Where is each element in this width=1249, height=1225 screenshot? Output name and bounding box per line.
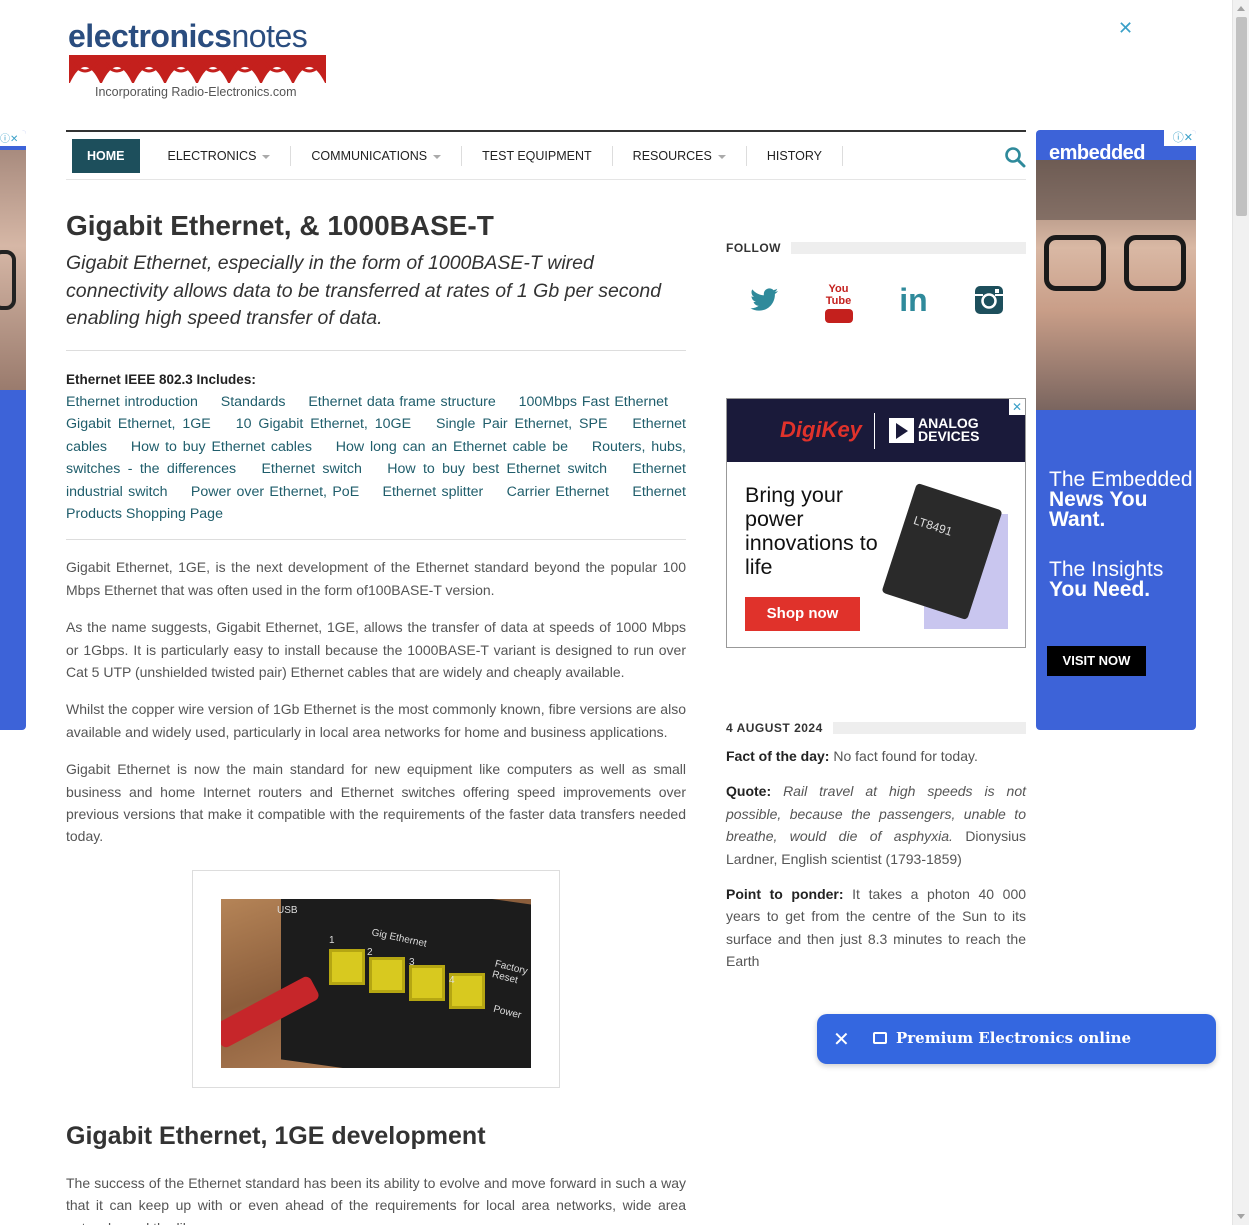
page-title: Gigabit Ethernet, & 1000BASE-T xyxy=(66,210,494,241)
main-nav: HOME ELECTRONICS COMMUNICATIONS TEST EQU… xyxy=(66,130,1026,180)
ad-glasses-lens-left xyxy=(1044,235,1106,291)
site-logo[interactable]: electronicsnotes Incorporating Radio-Ele… xyxy=(68,18,328,103)
link-how-to-buy-ethernet-cables[interactable]: How to buy Ethernet cables xyxy=(131,439,312,455)
link-buy-best-ethernet-switch[interactable]: How to buy best Ethernet switch xyxy=(387,461,607,477)
divider xyxy=(66,539,686,541)
paragraph: Whilst the copper wire version of 1Gb Et… xyxy=(66,701,686,740)
shop-now-button[interactable]: Shop now xyxy=(745,597,860,631)
link-cable-length[interactable]: How long can an Ethernet cable be xyxy=(336,439,568,455)
youtube-icon[interactable]: You Tube xyxy=(822,283,856,323)
twitter-icon[interactable] xyxy=(747,283,781,317)
chevron-down-icon xyxy=(717,154,726,159)
chevron-down-icon xyxy=(433,154,442,159)
scroll-down-icon[interactable] xyxy=(1237,1214,1245,1219)
nav-item-resources[interactable]: RESOURCES xyxy=(613,146,747,166)
search-icon[interactable] xyxy=(1004,146,1026,168)
router-photo: USB Gig Ethernet 1 2 3 4 Factory Reset P… xyxy=(221,899,531,1068)
ponder-row: Point to ponder: It takes a photon 40 00… xyxy=(726,886,1027,970)
router-body xyxy=(281,899,531,1068)
link-ethernet-data-frame-structure[interactable]: Ethernet data frame structure xyxy=(308,394,495,410)
ethernet-port xyxy=(329,949,365,985)
close-ad-icon[interactable]: ✕ xyxy=(1009,399,1025,415)
link-gigabit-ethernet[interactable]: Gigabit Ethernet, 1GE xyxy=(66,416,211,432)
ad-line-2: The Insights You Need. xyxy=(1049,558,1164,601)
visit-now-button[interactable]: VISIT NOW xyxy=(1047,646,1146,676)
usb-label: USB xyxy=(277,905,298,916)
link-10-gigabit-ethernet[interactable]: 10 Gigabit Ethernet, 10GE xyxy=(236,416,411,432)
chevron-down-icon xyxy=(262,154,271,159)
scrollbar-thumb[interactable] xyxy=(1236,17,1247,216)
premium-label: Premium Electronics online xyxy=(896,1029,1132,1047)
paragraph: Gigabit Ethernet, 1GE, is the next devel… xyxy=(66,559,686,598)
scrollbar[interactable] xyxy=(1232,0,1249,1225)
close-icon[interactable]: ✕ xyxy=(833,1027,850,1052)
close-ad-icon[interactable]: ✕ xyxy=(1118,18,1133,39)
nav-item-home[interactable]: HOME xyxy=(72,139,140,173)
link-standards[interactable]: Standards xyxy=(221,394,286,410)
sidebar: FOLLOW You Tube in xyxy=(726,240,1026,323)
link-single-pair-ethernet[interactable]: Single Pair Ethernet, SPE xyxy=(436,416,607,432)
digikey-ad[interactable]: DigiKey ANALOG DEVICES ✕ Bring your powe… xyxy=(726,398,1026,648)
paragraph: As the name suggests, Gigabit Ethernet, … xyxy=(66,619,686,680)
scroll-up-icon[interactable] xyxy=(1237,6,1245,11)
analog-devices-logo-icon xyxy=(889,418,914,443)
left-side-ad[interactable]: ⓘ✕ xyxy=(0,130,26,730)
devices-icon xyxy=(873,1032,887,1044)
paragraph: The success of the Ethernet standard has… xyxy=(66,1175,686,1225)
includes-heading: Ethernet IEEE 802.3 Includes: xyxy=(66,371,256,387)
link-ethernet-splitter[interactable]: Ethernet splitter xyxy=(383,484,484,500)
logo-tagline: Incorporating Radio-Electronics.com xyxy=(95,85,297,99)
fact-row: Fact of the day: No fact found for today… xyxy=(726,748,978,764)
logo-wordmark: electronicsnotes xyxy=(68,18,308,54)
ad-line-1: The Embedded News You Want. xyxy=(1049,468,1193,531)
ethernet-port xyxy=(369,957,405,993)
link-ethernet-switch[interactable]: Ethernet switch xyxy=(261,461,361,477)
article: Gigabit Ethernet, & 1000BASE-T Gigabit E… xyxy=(66,210,686,1088)
port-number: 2 xyxy=(367,947,373,958)
logo-wave-graphic xyxy=(69,55,326,83)
link-100mbps-fast-ethernet[interactable]: 100Mbps Fast Ethernet xyxy=(519,394,668,410)
link-ethernet-introduction[interactable]: Ethernet introduction xyxy=(66,394,198,410)
link-carrier-ethernet[interactable]: Carrier Ethernet xyxy=(507,484,609,500)
instagram-icon[interactable] xyxy=(972,283,1006,317)
analog-devices-text: ANALOG DEVICES xyxy=(918,415,980,444)
port-number: 3 xyxy=(409,957,415,968)
premium-electronics-bar[interactable]: ✕ Premium Electronics online xyxy=(817,1014,1216,1064)
divider xyxy=(874,413,875,449)
nav-item-communications[interactable]: COMMUNICATIONS xyxy=(291,146,463,166)
port-number: 4 xyxy=(449,975,455,986)
ad-brand: embedded xyxy=(1049,142,1146,164)
ad-glasses-image xyxy=(0,250,16,310)
ad-hair-image xyxy=(1036,160,1196,220)
quote-row: Quote: Rail travel at high speeds is not… xyxy=(726,783,1027,867)
follow-heading: FOLLOW xyxy=(726,240,1026,256)
ad-choices-icon[interactable]: ⓘ✕ xyxy=(0,130,26,146)
nav-item-test-equipment[interactable]: TEST EQUIPMENT xyxy=(462,146,613,166)
includes-links: Ethernet introduction Standards Ethernet… xyxy=(66,391,686,525)
nav-item-electronics[interactable]: ELECTRONICS xyxy=(148,146,292,166)
ad-glasses-lens-right xyxy=(1124,235,1186,291)
fact-of-the-day: 4 AUGUST 2024 Fact of the day: No fact f… xyxy=(726,720,1026,973)
ethernet-port xyxy=(409,965,445,1001)
ad-choices-icon[interactable]: ⓘ✕ xyxy=(1164,130,1196,146)
ethernet-includes-box: Ethernet IEEE 802.3 Includes: Ethernet i… xyxy=(66,351,686,526)
link-power-over-ethernet[interactable]: Power over Ethernet, PoE xyxy=(191,484,359,500)
ad-headline: Bring your power innovations to life xyxy=(745,483,878,579)
section-heading: Gigabit Ethernet, 1GE development xyxy=(66,1122,486,1150)
ad-header: DigiKey ANALOG DEVICES ✕ xyxy=(727,399,1025,462)
digikey-logo: DigiKey xyxy=(780,417,862,442)
right-side-ad[interactable]: embedded ⓘ✕ The Embedded News You Want. T… xyxy=(1036,130,1196,730)
linkedin-icon[interactable]: in xyxy=(897,283,931,317)
date-heading: 4 AUGUST 2024 xyxy=(726,720,1026,736)
router-figure: USB Gig Ethernet 1 2 3 4 Factory Reset P… xyxy=(192,870,560,1088)
nav-item-history[interactable]: HISTORY xyxy=(747,146,843,166)
social-links: You Tube in xyxy=(726,280,1026,323)
port-number: 1 xyxy=(329,935,335,946)
paragraph: Gigabit Ethernet is now the main standar… xyxy=(66,761,686,845)
article-lede: Gigabit Ethernet, especially in the form… xyxy=(66,252,662,329)
